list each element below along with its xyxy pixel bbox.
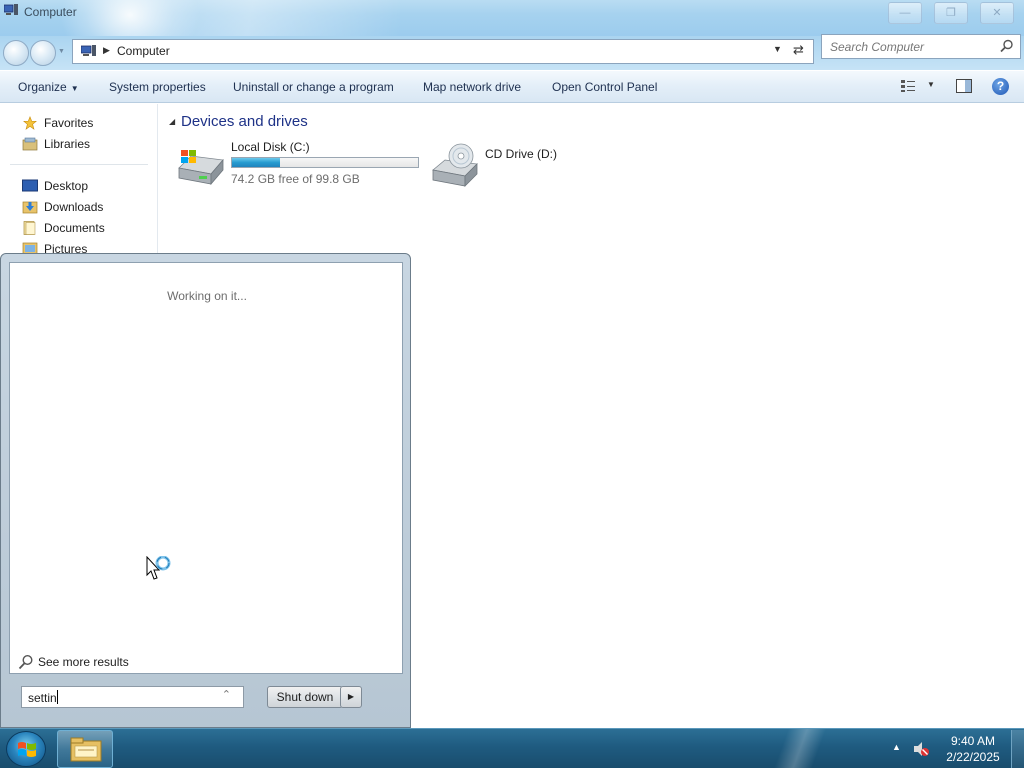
search-status-text: Working on it... — [167, 289, 247, 303]
title-bar[interactable]: Computer — ❐ ✕ — [0, 0, 1024, 70]
computer-icon — [4, 4, 18, 15]
uninstall-program-button[interactable]: Uninstall or change a program — [233, 80, 394, 94]
help-icon[interactable]: ? — [992, 78, 1009, 95]
restore-button[interactable]: ❐ — [934, 2, 968, 24]
recent-pages-icon[interactable]: ▼ — [58, 48, 66, 56]
search-icon[interactable] — [1000, 39, 1014, 53]
drive-c-free-space: 74.2 GB free of 99.8 GB — [231, 172, 360, 186]
show-hidden-icons-icon[interactable]: ▲ — [892, 742, 901, 752]
downloads-icon — [22, 201, 38, 214]
nav-item-desktop[interactable]: Desktop — [22, 177, 88, 195]
clock-time[interactable]: 9:40 AM — [946, 734, 1000, 748]
computer-icon — [81, 45, 96, 56]
windows-logo-icon — [18, 742, 36, 757]
show-desktop-button[interactable] — [1011, 730, 1024, 768]
start-button[interactable] — [6, 731, 46, 767]
open-control-panel-button[interactable]: Open Control Panel — [552, 80, 657, 94]
start-search-input[interactable]: settin ⌃ — [21, 686, 244, 708]
drive-c-usage-bar — [231, 157, 419, 168]
view-options-dropdown-icon[interactable]: ▼ — [927, 80, 935, 89]
start-menu: Working on it... See more results settin… — [0, 253, 411, 728]
minimize-button[interactable]: — — [888, 2, 922, 24]
busy-cursor-icon — [146, 556, 171, 580]
folder-icon — [70, 737, 102, 762]
clock-date[interactable]: 2/22/2025 — [940, 750, 1006, 764]
taskbar: ▲ 9:40 AM 2/22/2025 — [0, 728, 1024, 768]
search-placeholder: Search Computer — [830, 40, 925, 54]
drive-c-usage-fill — [232, 158, 281, 167]
nav-item-libraries[interactable]: Libraries — [22, 135, 90, 153]
start-search-value: settin — [28, 691, 57, 705]
map-network-drive-button[interactable]: Map network drive — [423, 80, 521, 94]
back-button[interactable] — [3, 40, 29, 66]
refresh-icon[interactable]: ⇄ — [793, 42, 804, 58]
change-view-icon[interactable] — [900, 79, 916, 93]
drive-d-item[interactable]: CD Drive (D:) — [429, 138, 629, 194]
hard-drive-icon — [178, 150, 224, 186]
shut-down-button[interactable]: Shut down — [267, 686, 343, 708]
taskbar-explorer-button[interactable] — [57, 730, 113, 768]
organize-button[interactable]: Organize ▼ — [18, 80, 79, 94]
preview-pane-icon[interactable] — [956, 79, 972, 93]
window-title: Computer — [24, 5, 77, 19]
forward-button[interactable] — [30, 40, 56, 66]
desktop-icon — [22, 179, 38, 192]
cd-drive-icon — [432, 143, 478, 187]
nav-item-downloads[interactable]: Downloads — [22, 198, 103, 216]
nav-item-documents[interactable]: Documents — [22, 219, 105, 237]
breadcrumb[interactable]: Computer — [117, 44, 170, 58]
group-header[interactable]: Devices and drives — [181, 113, 308, 130]
collapse-group-icon[interactable]: ◢ — [169, 117, 175, 126]
address-dropdown-icon[interactable]: ▼ — [773, 44, 782, 54]
text-caret — [56, 690, 58, 704]
drive-d-name: CD Drive (D:) — [485, 147, 557, 161]
speaker-muted-icon[interactable] — [912, 741, 930, 757]
system-properties-button[interactable]: System properties — [109, 80, 206, 94]
address-bar[interactable]: ▶ Computer ▼ ⇄ — [72, 39, 814, 64]
breadcrumb-separator-icon[interactable]: ▶ — [103, 45, 110, 56]
star-icon — [23, 116, 37, 130]
nav-item-favorites[interactable]: Favorites — [22, 114, 93, 132]
chevron-down-icon: ▼ — [70, 84, 79, 93]
see-more-results-link[interactable]: See more results — [18, 654, 129, 670]
shutdown-options-arrow-icon[interactable]: ▶ — [340, 686, 362, 708]
libraries-icon — [22, 137, 38, 151]
clear-search-icon[interactable]: ⌃ — [222, 688, 231, 701]
close-button[interactable]: ✕ — [980, 2, 1014, 24]
nav-divider — [10, 164, 148, 165]
documents-icon — [23, 221, 36, 235]
start-menu-results-panel: Working on it... See more results — [9, 262, 403, 674]
command-bar: Organize ▼ System properties Uninstall or… — [0, 71, 1024, 103]
drive-c-item[interactable]: Local Disk (C:) 74.2 GB free of 99.8 GB — [175, 138, 435, 194]
search-input[interactable]: Search Computer — [821, 34, 1021, 59]
drive-c-name: Local Disk (C:) — [231, 140, 310, 154]
search-icon — [18, 654, 33, 670]
